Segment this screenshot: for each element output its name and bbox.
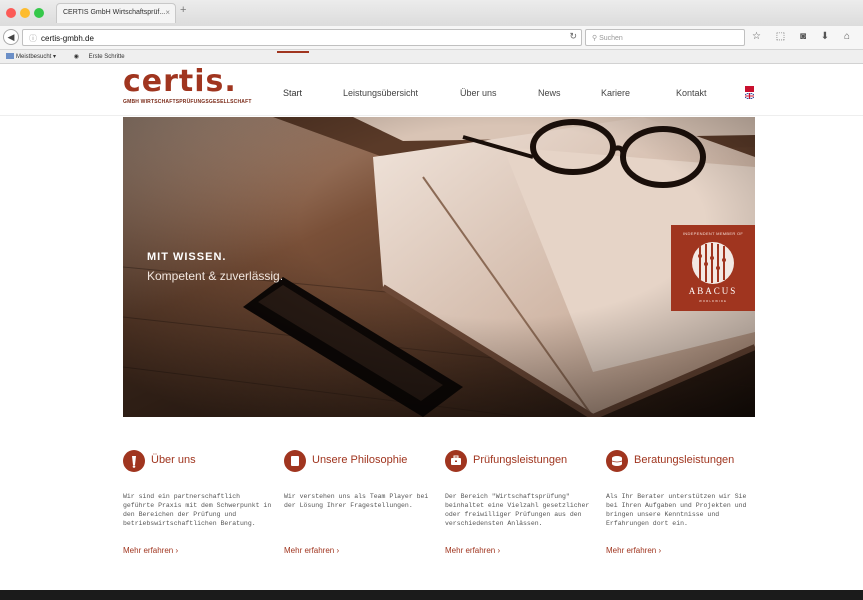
square-icon (284, 450, 306, 472)
feature-text: Wir verstehen uns als Team Player bei de… (284, 493, 429, 509)
minimize-window-icon[interactable] (20, 8, 30, 18)
bookmarks-bar: Meistbesucht ▾ ◉ Erste Schritte (0, 50, 863, 64)
new-tab-button[interactable]: + (180, 4, 186, 16)
feature-title[interactable]: Prüfungsleistungen (473, 454, 567, 466)
nav-kontakt[interactable]: Kontakt (676, 88, 707, 98)
url-text: certis-gmbh.de (41, 34, 94, 43)
nav-kariere[interactable]: Kariere (601, 88, 630, 98)
logo-subtitle: GMBH WIRTSCHAFTSPRÜFUNGSGESELLSCHAFT (123, 99, 252, 105)
abacus-logo-icon (692, 242, 734, 284)
search-input[interactable]: ⚲ Suchen (585, 29, 745, 46)
globe-icon: ◉ (73, 54, 81, 60)
feature-text: Als Ihr Berater unterstützen wir Sie bei… (606, 493, 747, 527)
feature-text: Wir sind ein partnerschaftlich geführte … (123, 493, 272, 527)
browser-tab[interactable]: CERTIS GmbH Wirtschaftsprüf... × (56, 3, 176, 23)
hero-photo (123, 117, 755, 417)
badge-name: ABACUS (688, 286, 738, 296)
pen-icon (123, 450, 145, 472)
reload-icon[interactable]: ↻ (569, 31, 577, 42)
folder-icon (6, 53, 14, 59)
tab-title: CERTIS GmbH Wirtschaftsprüf... (63, 9, 166, 16)
logo[interactable]: certis. (123, 66, 237, 98)
browser-navbar: ◀ ⓘ certis-gmbh.de ↻ ⚲ Suchen ☆ ⬚ ◙ ⬇ ⌂ ○… (0, 26, 863, 50)
bookmark-most-visited[interactable]: Meistbesucht ▾ (6, 53, 64, 60)
more-link[interactable]: Mehr erfahren › (284, 546, 339, 555)
info-icon[interactable]: ⓘ (29, 34, 37, 43)
maximize-window-icon[interactable] (34, 8, 44, 18)
nav-leistungsuebersicht[interactable]: Leistungsübersicht (343, 88, 418, 98)
bookmark-first-steps[interactable]: ◉ Erste Schritte (74, 54, 133, 60)
window-titlebar: CERTIS GmbH Wirtschaftsprüf... × + (0, 0, 863, 26)
nav-news[interactable]: News (538, 88, 561, 98)
more-link[interactable]: Mehr erfahren › (123, 546, 178, 555)
uk-flag-icon[interactable] (744, 86, 755, 100)
abacus-badge[interactable]: INDEPENDENT MEMBER OF ABACUS WORLDWIDE (671, 225, 755, 311)
nav-ueber-uns[interactable]: Über uns (460, 88, 497, 98)
feature-title[interactable]: Über uns (151, 454, 196, 466)
nav-start[interactable]: Start (283, 88, 302, 98)
tab-close-icon[interactable]: × (165, 8, 170, 17)
active-nav-indicator (277, 51, 309, 53)
toolbar-icons[interactable]: ☆ ⬚ ◙ ⬇ ⌂ ○ ≡ (752, 31, 863, 42)
search-placeholder: Suchen (599, 35, 623, 42)
address-bar[interactable]: ⓘ certis-gmbh.de ↻ (22, 29, 582, 46)
feature-title[interactable]: Unsere Philosophie (312, 454, 407, 466)
hero-banner: MIT WISSEN. Kompetent & zuverlässig. IND… (123, 117, 755, 417)
hero-title: MIT WISSEN. (147, 251, 227, 263)
feature-text: Der Bereich "Wirtschaftsprüfung" beinhal… (445, 493, 590, 527)
more-link[interactable]: Mehr erfahren › (445, 546, 500, 555)
coins-icon (606, 450, 628, 472)
hero-subtitle: Kompetent & zuverlässig. (147, 269, 284, 283)
site-header: certis. GMBH WIRTSCHAFTSPRÜFUNGSGESELLSC… (0, 64, 863, 116)
back-button[interactable]: ◀ (3, 29, 19, 45)
site-footer (0, 590, 863, 600)
briefcase-icon (445, 450, 467, 472)
more-link[interactable]: Mehr erfahren › (606, 546, 661, 555)
badge-top-text: INDEPENDENT MEMBER OF (682, 231, 744, 236)
badge-worldwide: WORLDWIDE (699, 299, 727, 303)
feature-title[interactable]: Beratungsleistungen (634, 454, 734, 466)
close-window-icon[interactable] (6, 8, 16, 18)
